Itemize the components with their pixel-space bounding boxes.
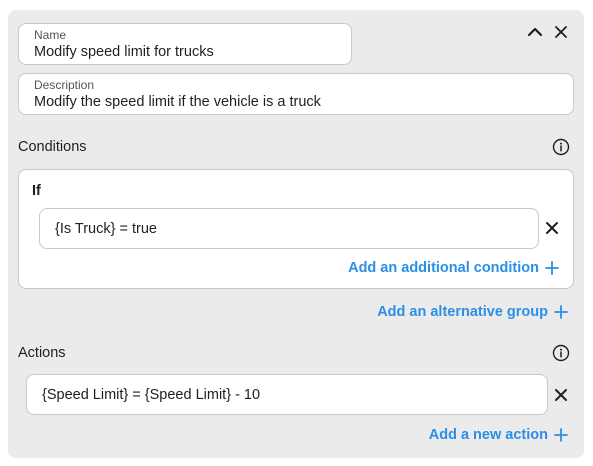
condition-expression-input[interactable]: {Is Truck} = true: [39, 208, 539, 249]
chevron-up-icon[interactable]: [525, 22, 545, 42]
description-field[interactable]: Description Modify the speed limit if th…: [18, 73, 574, 115]
description-value[interactable]: Modify the speed limit if the vehicle is…: [34, 94, 321, 110]
info-icon[interactable]: [552, 138, 570, 156]
close-icon[interactable]: [551, 22, 571, 42]
plus-icon: [545, 261, 559, 275]
description-label: Description: [34, 78, 95, 92]
add-alternative-group-label: Add an alternative group: [377, 304, 548, 320]
condition-group: If {Is Truck} = true Add an additional c…: [18, 169, 574, 289]
plus-icon: [554, 428, 568, 442]
add-condition-button[interactable]: Add an additional condition: [348, 260, 559, 276]
add-condition-label: Add an additional condition: [348, 260, 539, 276]
name-field[interactable]: Name Modify speed limit for trucks: [18, 23, 352, 65]
add-alternative-group-button[interactable]: Add an alternative group: [377, 304, 568, 320]
add-action-button[interactable]: Add a new action: [429, 427, 568, 443]
name-label: Name: [34, 28, 67, 42]
conditions-title: Conditions: [18, 139, 87, 155]
plus-icon: [554, 305, 568, 319]
name-value[interactable]: Modify speed limit for trucks: [34, 44, 214, 60]
action-expression-input[interactable]: {Speed Limit} = {Speed Limit} - 10: [26, 374, 548, 415]
remove-action-icon[interactable]: [553, 387, 569, 403]
actions-title: Actions: [18, 345, 66, 361]
add-action-label: Add a new action: [428, 427, 548, 443]
remove-condition-icon[interactable]: [544, 220, 560, 236]
info-icon[interactable]: [552, 344, 570, 362]
if-label: If: [32, 183, 41, 199]
